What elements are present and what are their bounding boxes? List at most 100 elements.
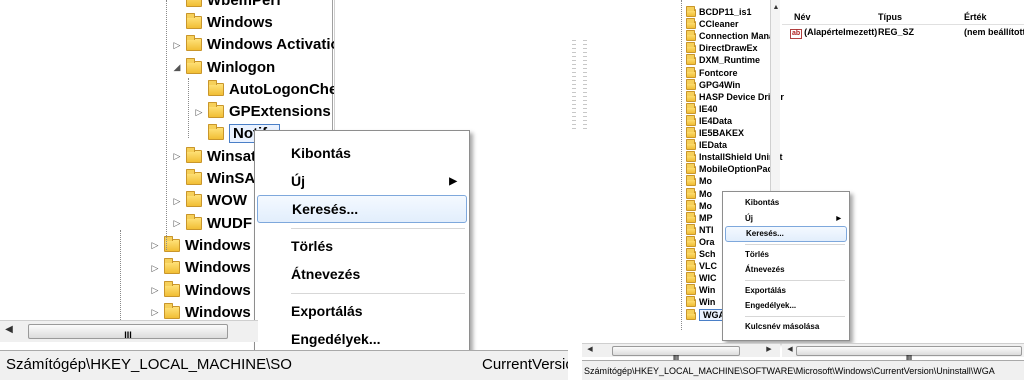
column-name[interactable]: Név: [794, 12, 811, 22]
tree-node[interactable]: AutoLogonChe: [194, 78, 337, 100]
tree-node[interactable]: WbemPerf: [172, 0, 281, 11]
scroll-left-icon[interactable]: ◀: [585, 345, 595, 353]
tree-node[interactable]: Fontcore: [678, 66, 738, 79]
expand-toggle-icon[interactable]: ▷: [172, 218, 182, 228]
column-type[interactable]: Típus: [878, 12, 902, 22]
folder-icon: [686, 260, 696, 272]
horizontal-scrollbar-right[interactable]: ◀ III ▶: [582, 343, 780, 362]
folder-icon: [686, 102, 696, 114]
menu-item-rename[interactable]: Átnevezés: [257, 260, 467, 288]
scroll-left-icon[interactable]: ◀: [785, 345, 795, 353]
tree-node[interactable]: VLC: [678, 260, 717, 272]
tree-node[interactable]: ▷ Winsat: [172, 145, 256, 167]
scroll-thumb[interactable]: III: [612, 346, 740, 362]
menu-item-permissions[interactable]: Engedélyek...: [725, 298, 847, 314]
tree-node[interactable]: DXM_Runtime: [678, 54, 760, 66]
expand-toggle-icon[interactable]: ▷: [194, 107, 204, 117]
expand-toggle-icon[interactable]: ▷: [172, 40, 182, 50]
menu-item-rename[interactable]: Átnevezés: [725, 262, 847, 278]
tree-node[interactable]: ▷ Windows Activation: [172, 34, 349, 56]
tree-node[interactable]: Mo: [678, 187, 712, 200]
tree-node[interactable]: IEData: [678, 139, 727, 151]
menu-separator: [291, 292, 465, 294]
scroll-thumb[interactable]: III: [28, 324, 228, 340]
tree-node[interactable]: CCleaner: [678, 18, 739, 30]
folder-icon: [686, 6, 696, 18]
tree-node[interactable]: ◢ Winlogon: [172, 56, 275, 78]
tree-node[interactable]: BCDP11_is1: [678, 6, 752, 18]
folder-icon: [686, 54, 696, 66]
folder-icon: [208, 102, 224, 119]
tree-node[interactable]: ▷ WOW: [172, 190, 247, 212]
tree-node[interactable]: NTI: [678, 223, 714, 236]
menu-item-label: Kulcsnév másolása: [745, 321, 820, 331]
tree-node[interactable]: Connection Manag: [678, 30, 780, 42]
scroll-right-icon[interactable]: ▶: [764, 345, 774, 353]
expand-toggle-icon[interactable]: [172, 0, 182, 5]
menu-item-permissions[interactable]: Engedélyek...: [257, 325, 467, 353]
expand-toggle-icon[interactable]: [194, 129, 204, 139]
menu-item-find[interactable]: Keresés...: [257, 195, 467, 223]
tree-node-label: Ora: [699, 236, 715, 247]
tree-node[interactable]: IE40: [678, 102, 718, 115]
expand-toggle-icon[interactable]: ▷: [150, 263, 160, 273]
menu-item-label: Átnevezés: [291, 266, 361, 282]
folder-icon: [186, 213, 202, 230]
menu-item-label: Keresés...: [746, 229, 784, 239]
right-screenshot: BCDP11_is1 CCleaner Connection Manag Direct…: [582, 0, 1024, 380]
menu-item-new[interactable]: Új ▶: [257, 167, 467, 195]
menu-item-copy-key-name[interactable]: Kulcsnév másolása: [725, 319, 847, 335]
tree-node[interactable]: Win: [678, 296, 715, 308]
expand-toggle-icon[interactable]: [172, 174, 182, 184]
tree-node[interactable]: Ora: [678, 235, 715, 248]
column-value[interactable]: Érték: [964, 12, 987, 22]
scroll-up-icon[interactable]: ▲: [771, 4, 781, 11]
menu-item-export[interactable]: Exportálás: [257, 297, 467, 325]
tree-node[interactable]: Mo: [678, 199, 712, 212]
expand-toggle-icon[interactable]: ▷: [150, 307, 160, 317]
tree-node-label: Connection Manag: [699, 31, 780, 42]
tree-node[interactable]: DirectDrawEx: [678, 42, 758, 54]
tree-node[interactable]: ▷ WUDF: [172, 212, 252, 234]
expand-toggle-icon[interactable]: ▷: [150, 240, 160, 250]
menu-item-delete[interactable]: Törlés: [257, 232, 467, 260]
tree-node[interactable]: IE5BAKEX: [678, 127, 744, 139]
tree-node[interactable]: MP: [678, 211, 713, 224]
tree-node[interactable]: WIC: [678, 272, 717, 284]
tree-node[interactable]: Mo: [678, 175, 712, 187]
menu-item-delete[interactable]: Törlés: [725, 247, 847, 263]
tree-node-label: VLC: [699, 261, 717, 272]
scroll-thumb[interactable]: III: [796, 346, 1022, 362]
value-row[interactable]: ab (Alapértelmezett) REG_SZ (nem beállíto…: [790, 27, 1024, 39]
tree-node[interactable]: Win: [678, 284, 715, 296]
scroll-left-icon[interactable]: ◀: [2, 324, 16, 335]
tree-node-label: Windows: [207, 13, 273, 31]
tree-node[interactable]: InstallShield Uninst: [678, 151, 783, 163]
menu-item-label: Engedélyek...: [291, 331, 381, 347]
tree-node-label: Fontcore: [699, 67, 738, 78]
horizontal-scrollbar-values[interactable]: ◀ III: [782, 343, 1024, 362]
tree-node[interactable]: HASP Device Driver: [678, 90, 784, 103]
tree-node[interactable]: ▷ GPExtensions: [194, 101, 331, 123]
menu-item-find[interactable]: Keresés...: [725, 226, 847, 242]
horizontal-scrollbar-left[interactable]: ◀ III: [0, 320, 258, 342]
expand-toggle-icon[interactable]: [194, 84, 204, 94]
tree-node-label: MobileOptionPack: [699, 164, 778, 175]
tree-node[interactable]: MobileOptionPack: [678, 163, 778, 175]
tree-node[interactable]: GPG4Win: [678, 78, 740, 91]
menu-item-expand[interactable]: Kibontás: [725, 195, 847, 211]
menu-item-label: Exportálás: [745, 285, 786, 295]
tree-node-label: DirectDrawEx: [699, 43, 758, 54]
menu-item-new[interactable]: Új ▶: [725, 211, 847, 227]
expand-toggle-icon[interactable]: ◢: [172, 62, 182, 72]
tree-node-label: NTI: [699, 224, 714, 235]
tree-node[interactable]: IE4Data: [678, 114, 732, 127]
expand-toggle-icon[interactable]: [172, 17, 182, 27]
tree-node[interactable]: Sch: [678, 248, 716, 260]
expand-toggle-icon[interactable]: ▷: [150, 285, 160, 295]
expand-toggle-icon[interactable]: ▷: [172, 151, 182, 161]
menu-item-expand[interactable]: Kibontás: [257, 139, 467, 167]
menu-item-export[interactable]: Exportálás: [725, 283, 847, 299]
expand-toggle-icon[interactable]: ▷: [172, 196, 182, 206]
tree-node[interactable]: Windows: [172, 11, 273, 33]
